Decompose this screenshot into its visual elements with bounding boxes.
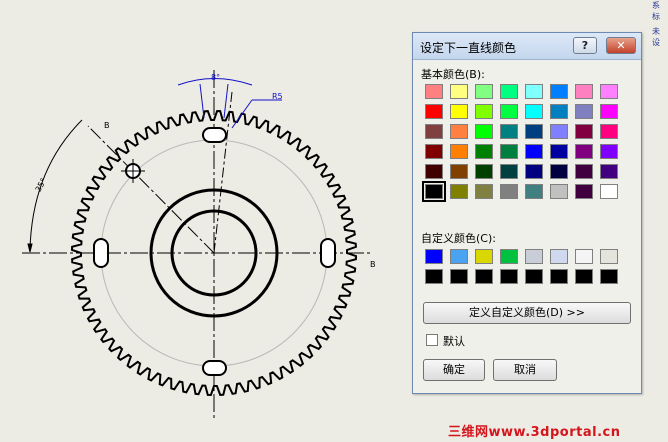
basic-color-swatch[interactable] [525, 124, 543, 139]
custom-colors-label: 自定义颜色(C): [421, 232, 496, 245]
color-dialog: 设定下一直线颜色 ? ✕ 基本颜色(B): 自定义颜色(C): 定义自定义颜色(… [412, 32, 642, 394]
basic-color-swatch[interactable] [600, 164, 618, 179]
basic-color-swatch[interactable] [500, 184, 518, 199]
cancel-button[interactable]: 取消 [493, 359, 557, 381]
basic-color-swatch[interactable] [422, 181, 446, 202]
basic-color-swatch[interactable] [550, 144, 568, 159]
basic-color-swatch[interactable] [550, 84, 568, 99]
basic-color-swatch[interactable] [550, 124, 568, 139]
basic-color-swatch[interactable] [500, 124, 518, 139]
ok-button[interactable]: 确定 [423, 359, 485, 381]
dim-r5: R5 [272, 92, 283, 101]
custom-color-swatch[interactable] [550, 269, 568, 284]
basic-color-swatch[interactable] [600, 124, 618, 139]
custom-color-swatch[interactable] [425, 269, 443, 284]
dim-35-deg: 35° [34, 177, 49, 194]
basic-color-swatch[interactable] [425, 104, 443, 119]
help-button[interactable]: ? [573, 37, 597, 54]
custom-color-swatch[interactable] [600, 249, 618, 264]
dialog-title: 设定下一直线颜色 [420, 41, 517, 55]
basic-color-swatch[interactable] [575, 184, 593, 199]
basic-color-swatch[interactable] [500, 84, 518, 99]
basic-color-swatch[interactable] [575, 164, 593, 179]
custom-color-swatch[interactable] [450, 249, 468, 264]
basic-color-swatch[interactable] [575, 144, 593, 159]
custom-color-swatch[interactable] [600, 269, 618, 284]
basic-color-swatch[interactable] [550, 104, 568, 119]
slot-bottom [202, 360, 227, 376]
basic-color-swatch[interactable] [600, 84, 618, 99]
custom-color-swatch[interactable] [550, 249, 568, 264]
basic-color-swatch[interactable] [475, 84, 493, 99]
custom-color-swatch[interactable] [575, 249, 593, 264]
basic-color-swatch[interactable] [450, 84, 468, 99]
corner-label-1: 系 标 [652, 1, 660, 21]
basic-color-swatch[interactable] [425, 124, 443, 139]
basic-color-swatch[interactable] [450, 104, 468, 119]
custom-color-swatch[interactable] [425, 249, 443, 264]
custom-color-swatch[interactable] [475, 249, 493, 264]
basic-color-swatch[interactable] [475, 144, 493, 159]
watermark: 三维网www.3dportal.cn [448, 425, 621, 440]
basic-color-swatch[interactable] [525, 104, 543, 119]
basic-color-swatch[interactable] [450, 124, 468, 139]
basic-color-swatch[interactable] [525, 164, 543, 179]
basic-color-swatch[interactable] [575, 124, 593, 139]
basic-colors-grid [422, 84, 618, 202]
dialog-titlebar[interactable]: 设定下一直线颜色 ? ✕ [413, 33, 641, 60]
custom-color-swatch[interactable] [575, 269, 593, 284]
basic-color-swatch[interactable] [425, 84, 443, 99]
basic-color-swatch[interactable] [575, 84, 593, 99]
basic-color-swatch[interactable] [450, 184, 468, 199]
basic-color-swatch[interactable] [600, 104, 618, 119]
basic-color-swatch[interactable] [500, 104, 518, 119]
slot-top [202, 127, 227, 143]
basic-color-swatch[interactable] [475, 164, 493, 179]
basic-color-swatch[interactable] [500, 144, 518, 159]
custom-color-swatch[interactable] [500, 249, 518, 264]
basic-colors-label: 基本颜色(B): [421, 68, 485, 81]
custom-color-swatch[interactable] [475, 269, 493, 284]
basic-color-swatch[interactable] [425, 164, 443, 179]
basic-color-swatch[interactable] [550, 184, 568, 199]
basic-color-swatch[interactable] [550, 164, 568, 179]
basic-color-swatch[interactable] [475, 124, 493, 139]
basic-color-swatch[interactable] [425, 144, 443, 159]
basic-color-swatch[interactable] [600, 144, 618, 159]
radial-centerline [87, 125, 215, 254]
basic-color-swatch[interactable] [500, 164, 518, 179]
default-checkbox[interactable] [426, 334, 438, 346]
slot-left [93, 238, 109, 268]
basic-color-swatch[interactable] [525, 144, 543, 159]
basic-color-swatch[interactable] [525, 84, 543, 99]
basic-color-swatch[interactable] [475, 104, 493, 119]
basic-color-swatch[interactable] [450, 164, 468, 179]
basic-color-swatch[interactable] [575, 104, 593, 119]
label-b-right: B [370, 260, 376, 269]
basic-color-swatch[interactable] [450, 144, 468, 159]
corner-label-2: 未 设 [652, 27, 660, 47]
label-b-upper: B [104, 121, 110, 130]
custom-color-swatch[interactable] [450, 269, 468, 284]
custom-color-swatch[interactable] [500, 269, 518, 284]
dim-8-deg: 8° [211, 73, 220, 82]
close-button[interactable]: ✕ [606, 37, 636, 54]
custom-color-swatch[interactable] [525, 269, 543, 284]
basic-color-swatch[interactable] [600, 184, 618, 199]
basic-color-swatch[interactable] [475, 184, 493, 199]
define-custom-colors-button[interactable]: 定义自定义颜色(D) >> [423, 302, 631, 324]
radial-centerline-2 [213, 91, 233, 254]
basic-color-swatch[interactable] [525, 184, 543, 199]
default-checkbox-label: 默认 [443, 335, 465, 348]
custom-color-swatch[interactable] [525, 249, 543, 264]
slot-right [320, 238, 336, 268]
custom-colors-grid [425, 249, 618, 284]
